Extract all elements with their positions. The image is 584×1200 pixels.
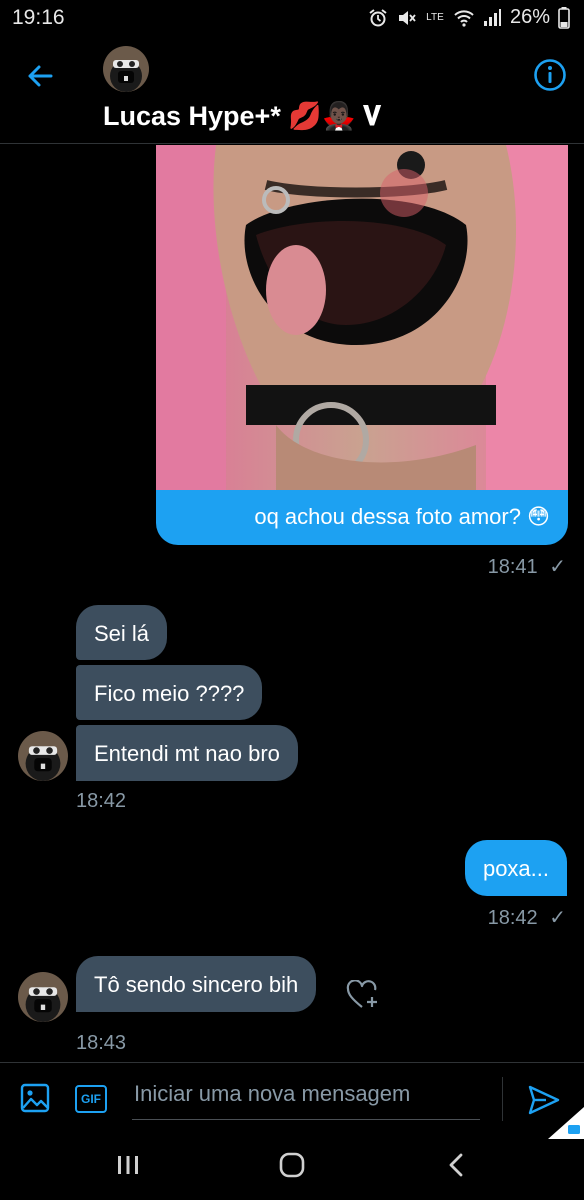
mute-icon xyxy=(398,10,416,25)
info-icon[interactable] xyxy=(533,58,567,92)
gif-button[interactable]: GIF xyxy=(75,1085,107,1113)
battery-percent: 26% xyxy=(509,6,550,28)
message-timestamp: 18:41 ✓ xyxy=(487,556,566,578)
message-bubble-incoming[interactable]: Entendi mt nao bro xyxy=(76,725,298,781)
alarm-icon xyxy=(369,8,387,26)
message-bubble-incoming[interactable]: Tô sendo sincero bih xyxy=(76,956,317,1012)
message-input[interactable]: Iniciar uma nova mensagem xyxy=(134,1081,410,1107)
keyboard-toggle-icon[interactable] xyxy=(548,1107,584,1139)
status-icons: LTE 26% xyxy=(368,6,570,29)
message-timestamp: 18:42 xyxy=(76,790,127,812)
back-arrow-icon[interactable] xyxy=(22,58,58,94)
contact-avatar-small[interactable] xyxy=(18,731,68,781)
sent-check-icon: ✓ xyxy=(549,556,566,578)
input-underline xyxy=(132,1119,480,1120)
message-bubble-outgoing[interactable]: poxa... xyxy=(464,840,567,896)
like-heart-icon[interactable] xyxy=(346,980,380,1010)
home-icon[interactable] xyxy=(279,1152,305,1178)
contact-name[interactable]: Lucas Hype+* 💋🧛🏿‍♂️ 𝐕 xyxy=(103,100,381,133)
signal-icon xyxy=(483,8,501,26)
message-bubble-outgoing[interactable]: oq achou dessa foto amor? 😳 xyxy=(156,490,568,545)
android-nav-bar xyxy=(0,1138,584,1200)
composer-divider xyxy=(502,1077,503,1121)
message-bubble-incoming[interactable]: Fico meio ???? xyxy=(76,665,263,720)
message-text: poxa... xyxy=(482,856,549,881)
sent-check-icon: ✓ xyxy=(549,907,566,929)
conversation-header: Lucas Hype+* 💋🧛🏿‍♂️ 𝐕 xyxy=(0,36,584,144)
message-text: Tô sendo sincero bih xyxy=(94,972,299,997)
message-composer: GIF Iniciar uma nova mensagem xyxy=(0,1062,584,1139)
message-timestamp: 18:43 xyxy=(76,1032,127,1054)
gif-label: GIF xyxy=(81,1092,101,1106)
wifi-icon xyxy=(454,9,474,27)
status-time: 19:16 xyxy=(12,6,65,29)
recent-apps-icon[interactable] xyxy=(116,1154,140,1176)
message-text: Entendi mt nao bro xyxy=(94,741,280,766)
battery-icon xyxy=(558,6,570,29)
message-text: oq achou dessa foto amor? 😳 xyxy=(254,504,550,529)
image-icon[interactable] xyxy=(20,1083,50,1113)
message-text: Fico meio ???? xyxy=(94,681,245,706)
status-bar: 19:16 LTE 26% xyxy=(0,0,584,36)
message-bubble-incoming[interactable]: Sei lá xyxy=(76,605,168,660)
lte-indicator: LTE xyxy=(426,11,444,23)
sent-photo[interactable] xyxy=(156,145,568,490)
message-timestamp: 18:42 ✓ xyxy=(487,907,566,929)
contact-avatar[interactable] xyxy=(103,46,149,92)
message-text: Sei lá xyxy=(94,621,150,646)
contact-avatar-small[interactable] xyxy=(18,972,68,1022)
back-nav-icon[interactable] xyxy=(446,1152,466,1178)
